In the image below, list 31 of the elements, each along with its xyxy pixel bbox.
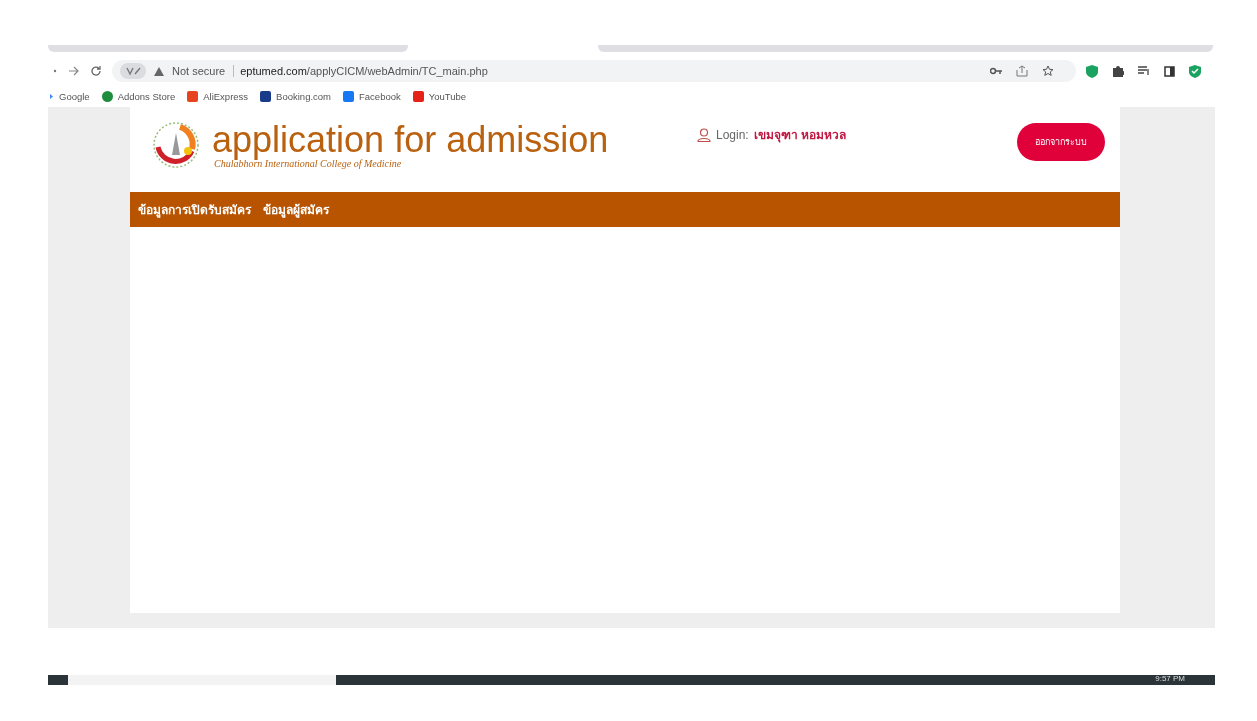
security-label[interactable]: Not secure xyxy=(172,65,226,77)
nav-link[interactable]: ข้อมูลผู้สมัคร xyxy=(263,200,329,219)
bookmark-link[interactable]: YouTube xyxy=(412,90,467,102)
bookmark-link[interactable]: AliExpress xyxy=(187,90,249,102)
reload-icon[interactable] xyxy=(90,65,102,77)
side-panel-icon[interactable] xyxy=(1164,65,1175,77)
address-bar[interactable]: Not secure eptumed.com/applyCICM/webAdmin/TC_main.php xyxy=(112,60,1076,82)
warning-icon xyxy=(154,66,164,76)
vpn-icon[interactable] xyxy=(120,63,146,79)
nav-link[interactable]: ข้อมูลการเปิดรับสมัคร xyxy=(138,200,251,219)
star-icon[interactable] xyxy=(1042,65,1054,77)
college-logo xyxy=(152,121,200,169)
puzzle-icon[interactable] xyxy=(1112,65,1124,77)
logout-button[interactable]: ออกจากระบบ xyxy=(1017,123,1105,161)
clock-text: 9:57 PM xyxy=(1155,675,1185,684)
search-field[interactable] xyxy=(68,675,336,685)
page-title: application for admission xyxy=(212,121,609,158)
bookmark-link[interactable]: Addons Store xyxy=(101,90,176,102)
key-icon[interactable] xyxy=(990,67,1002,75)
forward-arrow-icon[interactable] xyxy=(68,66,80,76)
bookmark-link[interactable]: Booking.com xyxy=(260,90,331,102)
shield-check-icon[interactable] xyxy=(1189,64,1201,78)
user-name: เขมจุฑา หอมหวล xyxy=(753,127,847,144)
shield-icon[interactable] xyxy=(1086,64,1098,78)
bookmark-link[interactable]: Google xyxy=(50,90,90,102)
share-icon[interactable] xyxy=(1016,65,1028,77)
login-label: Login: xyxy=(716,127,749,142)
playlist-icon[interactable] xyxy=(1138,66,1150,76)
url-text[interactable]: eptumed.com/applyCICM/webAdmin/TC_main.php xyxy=(233,65,488,77)
user-icon xyxy=(697,127,711,142)
bookmark-link[interactable]: Facebook xyxy=(343,90,401,102)
